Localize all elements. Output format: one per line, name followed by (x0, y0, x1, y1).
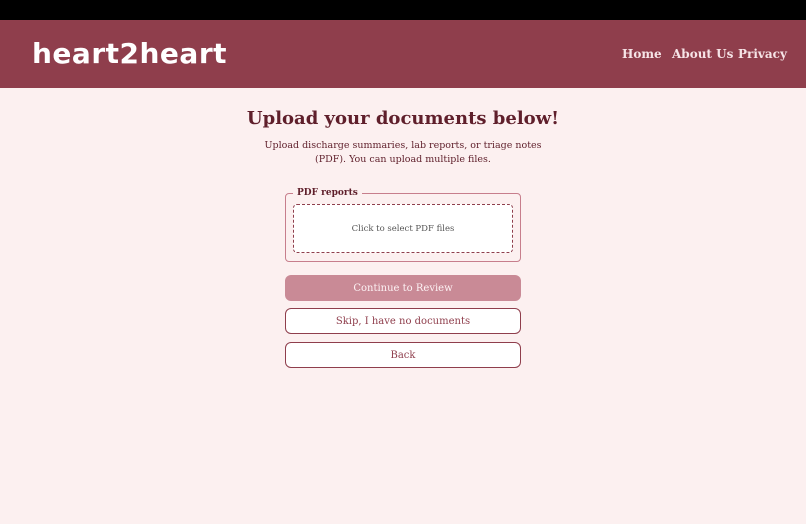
continue-to-review-button[interactable]: Continue to Review (285, 275, 521, 301)
page-title: Upload your documents below! (246, 108, 560, 129)
back-button[interactable]: Back (285, 342, 521, 368)
skip-no-documents-button[interactable]: Skip, I have no documents (285, 308, 521, 334)
pdf-reports-legend: PDF reports (293, 186, 362, 200)
dropzone-label: Click to select PDF files (351, 223, 455, 234)
nav-home-link[interactable]: Home (622, 46, 662, 62)
nav-about-link[interactable]: About Us (672, 46, 733, 62)
pdf-file-dropzone[interactable]: Click to select PDF files (293, 204, 513, 253)
site-logo[interactable]: heart2heart (32, 37, 227, 71)
nav-privacy-link[interactable]: Privacy (738, 46, 787, 62)
page-subtitle: Upload discharge summaries, lab reports,… (264, 140, 542, 165)
top-black-bar (0, 0, 806, 20)
